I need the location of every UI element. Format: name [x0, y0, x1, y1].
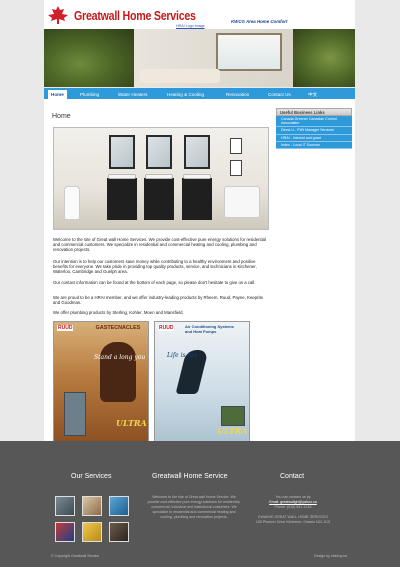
banner-sofa [140, 69, 220, 83]
furnace-unit-image [64, 392, 86, 436]
main-content: Home Welcome to the site of Great wall H… [44, 99, 355, 464]
service-thumb-heating[interactable] [55, 496, 75, 516]
intention-paragraph: Our intention is to help our customers s… [53, 259, 257, 275]
sidebar-link[interactable]: Canada Greener Canadian Control Associat… [276, 116, 352, 128]
footer-design-credit[interactable]: Design by sitebuy.ca [314, 554, 347, 558]
banner-window [216, 33, 282, 71]
sidebar-link[interactable]: Direct U - PWI Manager Services [276, 127, 352, 135]
ad-headline: Air Conditioning Systems and Heat Pumps [185, 324, 234, 334]
header-tagline: KWCG Area Home Comfort [231, 19, 288, 24]
ad-slogan: Stand a long you [94, 354, 146, 361]
ac-unit-image [221, 406, 245, 426]
ad-slogan: Life is fun [167, 352, 198, 359]
footer-services-title: Our Services [71, 473, 112, 480]
nav-heating-cooling[interactable]: Heating & Cooling [167, 90, 204, 99]
banner-plant-left [44, 29, 134, 87]
sidebar-link[interactable]: HRAI - Interest and grant [276, 134, 352, 142]
nav-plumbing[interactable]: Plumbing [80, 90, 99, 99]
nav-chinese[interactable]: 中文 [308, 90, 317, 99]
ad-ultra-logo: ULTRA [116, 418, 147, 428]
service-thumb-plumbing[interactable] [82, 496, 102, 516]
site-logo-text[interactable]: Greatwall Home Services [74, 8, 196, 23]
contact-address: 100 Phoenix Drive Kitchener, Ontario N2L… [255, 520, 331, 524]
nav-renovation[interactable]: Renovation [226, 90, 249, 99]
service-thumb-cooling[interactable] [55, 522, 75, 542]
site-header: Greatwall Home Services KWCG Area Home C… [44, 0, 355, 29]
page-title: Home [52, 113, 71, 120]
service-thumb-water[interactable] [109, 496, 129, 516]
ad-brand: RUUD [158, 325, 175, 331]
footer-contact-title: Contact [280, 473, 305, 480]
nav-contact-us[interactable]: Contact Us [268, 90, 291, 99]
nav-home[interactable]: Home [48, 90, 67, 99]
ad-ultra-logo: ULTRA [217, 426, 248, 436]
service-thumb-energy[interactable] [82, 522, 102, 542]
ruud-ac-ad[interactable]: RUUD Air Conditioning Systems and Heat P… [154, 321, 250, 447]
hero-banner [44, 29, 355, 87]
footer-contact-block: You can contact us by Email: greatwallgh… [243, 495, 343, 525]
ad-headline: GASTECNACLES [95, 325, 141, 331]
service-thumb-renovation[interactable] [109, 522, 129, 542]
main-nav: Home Plumbing Water Heaters Heating & Co… [44, 88, 355, 99]
ad-model-image [100, 342, 136, 402]
contact-paragraph: Our contact information can be found at … [53, 280, 256, 285]
site-footer: Our Services Greatwall Home Service Cont… [0, 441, 400, 567]
plumbing-paragraph: We offer plumbing products by Sterling, … [53, 310, 184, 315]
footer-about-title: Greatwall Home Service [152, 473, 228, 480]
footer-about-text: Welcome to the site of Great wall Home S… [147, 495, 241, 519]
business-links-sidebar: Useful Business Links Canada Greener Can… [276, 108, 352, 150]
sidebar-link[interactable]: Index - Local IT Sources [276, 141, 352, 150]
sidebar-title: Useful Business Links [276, 108, 352, 116]
banner-plant-right [293, 29, 355, 87]
bathroom-photo [53, 127, 269, 230]
intro-paragraph: Welcome to the site of Great wall Home S… [53, 237, 267, 253]
footer-copyright: © Copyright Greatwall Service [51, 554, 100, 558]
nav-water-heaters[interactable]: Water Heaters [118, 90, 147, 99]
products-paragraph: We are proud to be a HRAI member, and we… [53, 295, 264, 306]
maple-leaf-icon [48, 6, 68, 24]
ad-brand: RUUD [57, 325, 74, 331]
hrai-link[interactable]: HRAI Logo Image [176, 24, 205, 28]
ruud-furnace-ad[interactable]: RUUD GASTECNACLES Stand a long you ULTRA [53, 321, 149, 447]
